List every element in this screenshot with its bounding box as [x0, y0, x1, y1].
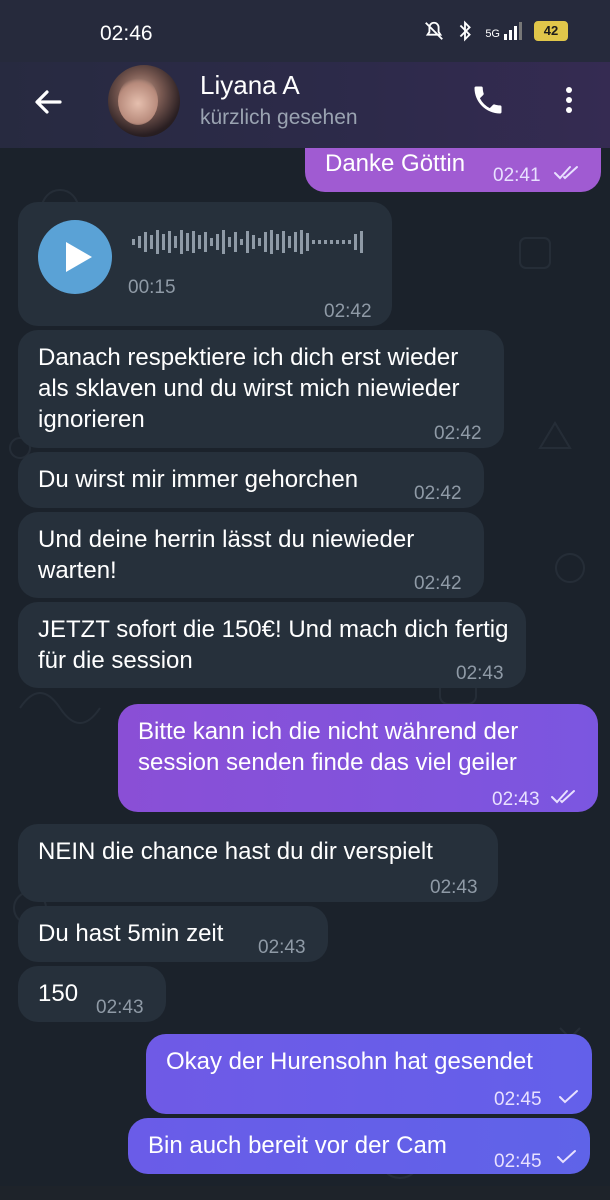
double-check-icon	[554, 166, 578, 180]
message-text: Danke Göttin	[325, 150, 466, 177]
contact-name[interactable]: Liyana A	[200, 70, 300, 101]
message-text: Bin auch bereit vor der Cam	[148, 1132, 447, 1159]
status-time: 02:46	[100, 22, 153, 45]
message-bubble-outgoing[interactable]: Bitte kann ich die nicht während der ses…	[118, 704, 598, 812]
contact-status: kürzlich gesehen	[200, 106, 358, 129]
message-time: 02:43	[258, 937, 306, 958]
message-text: Du wirst mir immer gehorchen	[38, 466, 359, 493]
message-text: NEIN die chance hast du dir verspielt	[38, 838, 433, 865]
bottom-bar	[0, 1186, 610, 1200]
more-options-icon[interactable]	[555, 82, 583, 118]
play-icon	[66, 242, 92, 272]
voice-duration: 00:15	[128, 277, 176, 298]
message-time: 02:43	[492, 789, 540, 810]
bluetooth-icon	[460, 20, 472, 42]
message-text: Bitte kann ich die nicht während der ses…	[138, 718, 519, 776]
voice-message-bubble[interactable]: 00:15 02:42	[18, 202, 392, 326]
message-bubble-incoming[interactable]: 150 02:43	[18, 966, 166, 1022]
message-time: 02:43	[456, 663, 504, 684]
avatar[interactable]	[108, 65, 180, 137]
message-bubble-outgoing[interactable]: Danke Göttin 02:41	[305, 148, 601, 192]
message-text: 150	[38, 980, 79, 1007]
message-bubble-incoming[interactable]: Und deine herrin lässt du niewieder wart…	[18, 512, 484, 598]
network-label: 5G	[485, 28, 500, 40]
voice-waveform[interactable]	[132, 228, 372, 256]
message-text: Und deine herrin lässt du niewieder wart…	[38, 526, 415, 584]
chat-header: Liyana A kürzlich gesehen	[0, 62, 610, 148]
phone-icon[interactable]	[470, 82, 506, 118]
message-bubble-incoming[interactable]: JETZT sofort die 150€! Und mach dich fer…	[18, 602, 526, 688]
check-icon	[557, 1150, 576, 1164]
double-check-icon	[551, 790, 575, 804]
message-text: JETZT sofort die 150€! Und mach dich fer…	[38, 616, 509, 674]
message-bubble-outgoing[interactable]: Bin auch bereit vor der Cam 02:45	[128, 1118, 590, 1174]
message-time: 02:42	[434, 423, 482, 444]
status-bar: 02:46 5G 42	[0, 0, 610, 62]
mute-icon	[425, 21, 444, 40]
message-time: 02:42	[414, 573, 462, 594]
message-time: 02:42	[324, 301, 372, 322]
message-time: 02:43	[96, 997, 144, 1018]
message-time: 02:42	[414, 483, 462, 504]
message-time: 02:43	[430, 877, 478, 898]
message-bubble-outgoing[interactable]: Okay der Hurensohn hat gesendet 02:45	[146, 1034, 592, 1114]
message-time: 02:45	[494, 1089, 542, 1110]
back-arrow-icon[interactable]	[30, 84, 66, 120]
check-icon	[559, 1090, 578, 1104]
message-time: 02:41	[493, 165, 541, 186]
message-text: Du hast 5min zeit	[38, 920, 224, 947]
message-text: Okay der Hurensohn hat gesendet	[166, 1048, 533, 1075]
status-icons: 5G 42	[423, 20, 568, 42]
message-time: 02:45	[494, 1151, 542, 1172]
voice-play-button[interactable]	[38, 220, 112, 294]
network-icon: 5G	[485, 22, 522, 40]
message-bubble-incoming[interactable]: NEIN die chance hast du dir verspielt 02…	[18, 824, 498, 902]
message-bubble-incoming[interactable]: Du wirst mir immer gehorchen 02:42	[18, 452, 484, 508]
message-bubble-incoming[interactable]: Danach respektiere ich dich erst wieder …	[18, 330, 504, 448]
message-bubble-incoming[interactable]: Du hast 5min zeit 02:43	[18, 906, 328, 962]
chat-area[interactable]: Danke Göttin 02:41 00:15 02:42 Danach re…	[0, 148, 610, 1188]
battery-icon: 42	[534, 21, 568, 41]
message-text: Danach respektiere ich dich erst wieder …	[38, 344, 460, 433]
